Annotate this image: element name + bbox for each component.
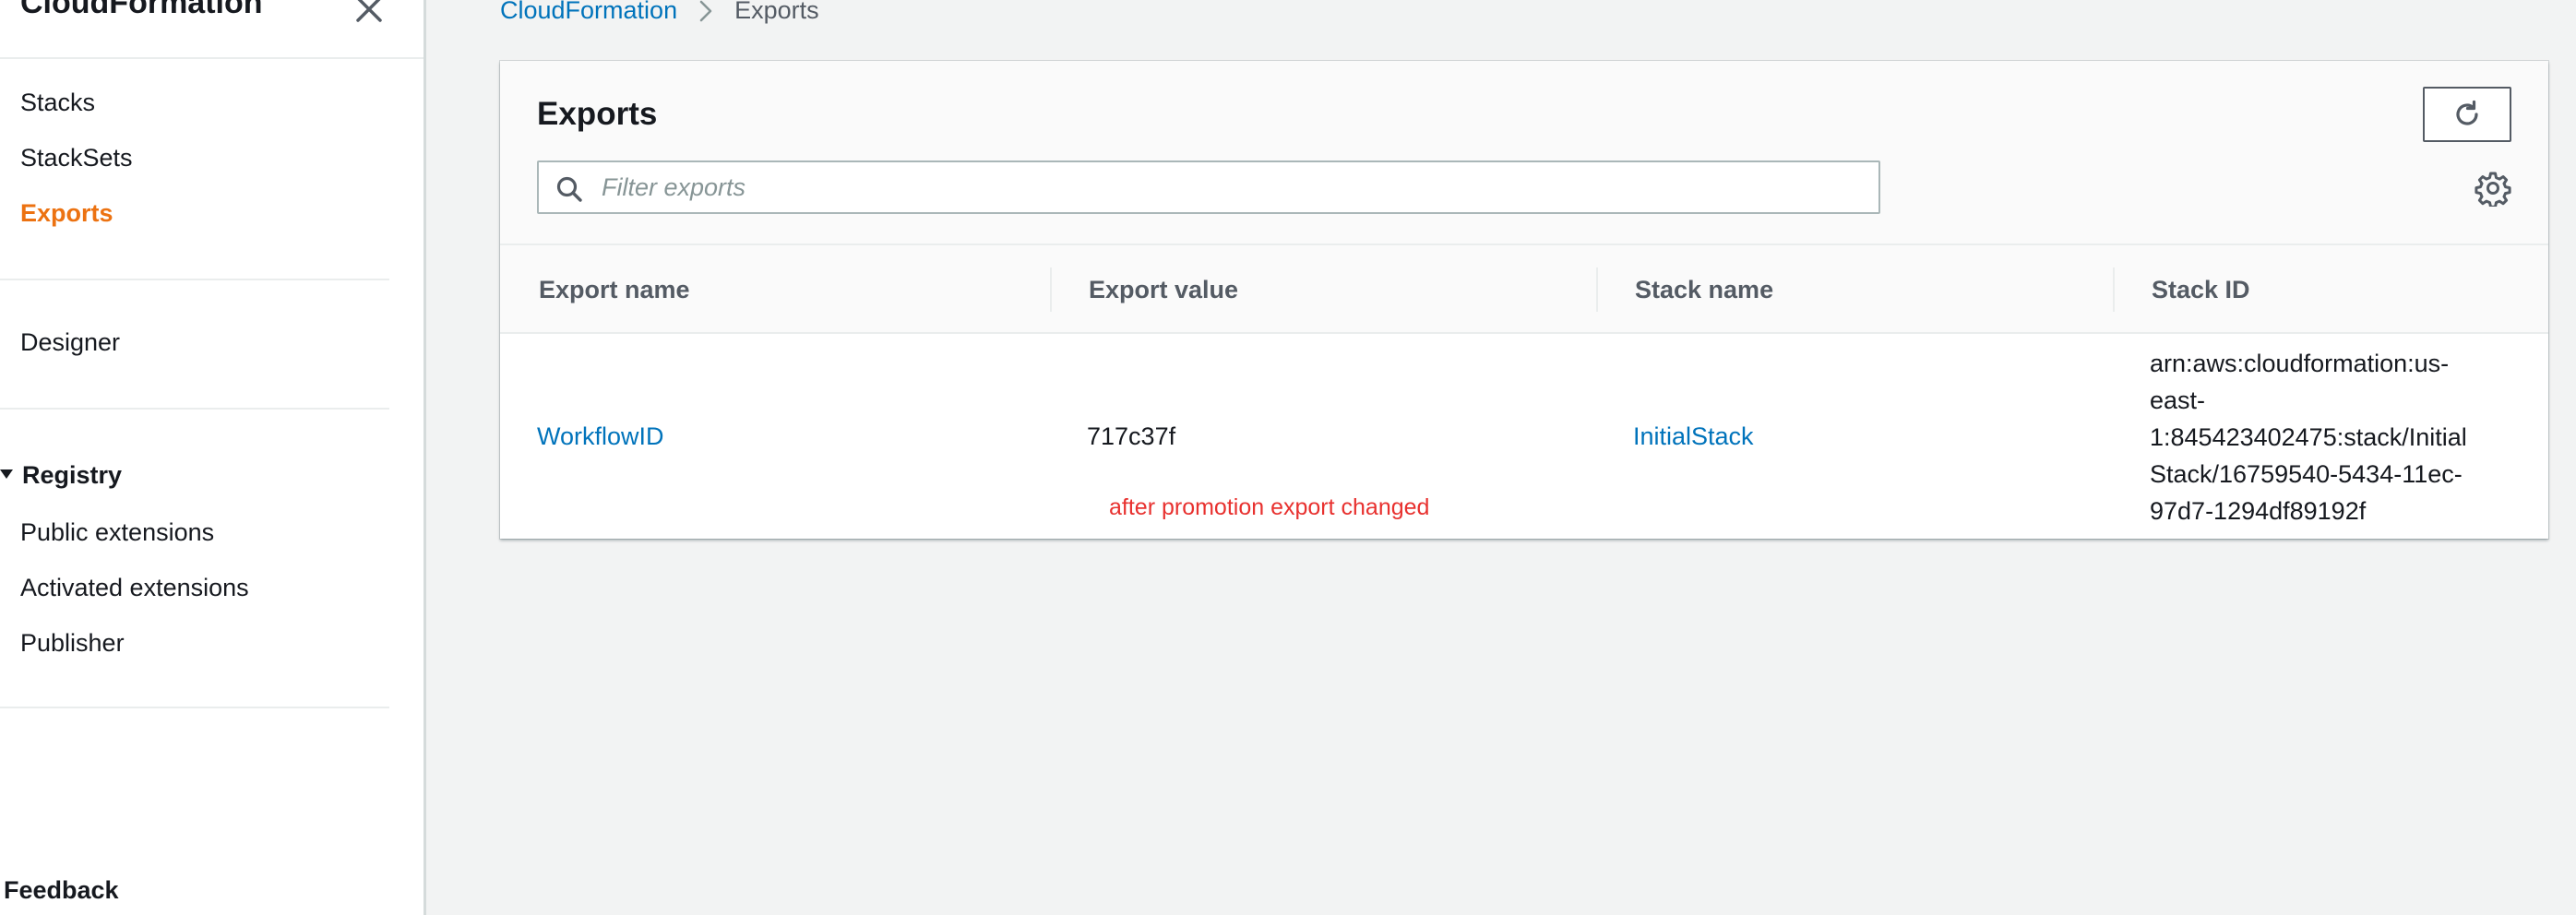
feedback-link[interactable]: Feedback	[4, 876, 119, 905]
column-header-export-value[interactable]: Export value	[1089, 245, 1238, 334]
sidebar-item-stacksets[interactable]: StackSets	[20, 144, 133, 172]
sidebar-item-public-extensions[interactable]: Public extensions	[20, 518, 214, 547]
breadcrumb: CloudFormation Exports	[500, 0, 819, 25]
column-separator	[2113, 267, 2115, 312]
sidebar-divider	[0, 408, 389, 410]
chevron-right-icon	[699, 0, 712, 21]
sidebar-item-designer[interactable]: Designer	[20, 328, 120, 357]
column-header-stack-name[interactable]: Stack name	[1635, 245, 1773, 334]
sidebar-title: CloudFormation	[20, 0, 263, 20]
sidebar-section-registry-label: Registry	[22, 461, 123, 489]
sidebar-divider	[0, 707, 389, 708]
column-header-export-name[interactable]: Export name	[539, 245, 690, 334]
stack-id-line: Stack/16759540-5434-11ec-	[2150, 460, 2463, 488]
export-name-link[interactable]: WorkflowID	[537, 422, 664, 451]
search-box	[537, 160, 1880, 214]
breadcrumb-cloudformation[interactable]: CloudFormation	[500, 0, 677, 25]
exports-panel: Exports Export name Export value St	[500, 61, 2548, 539]
search-icon	[556, 176, 582, 202]
sidebar-item-exports[interactable]: Exports	[20, 199, 113, 228]
annotation-note: after promotion export changed	[1109, 494, 1430, 520]
filter-exports-input[interactable]	[602, 162, 1866, 212]
sidebar-item-stacks[interactable]: Stacks	[20, 89, 95, 117]
sidebar-item-publisher[interactable]: Publisher	[20, 629, 125, 658]
table-header: Export name Export value Stack name Stac…	[500, 244, 2548, 334]
column-separator	[1050, 267, 1052, 312]
refresh-button[interactable]	[2423, 87, 2511, 142]
sidebar-header: CloudFormation	[0, 0, 423, 59]
column-separator	[1596, 267, 1598, 312]
stack-id-line: arn:aws:cloudformation:us-	[2150, 350, 2450, 377]
column-header-stack-id[interactable]: Stack ID	[2152, 245, 2250, 334]
sidebar-item-activated-extensions[interactable]: Activated extensions	[20, 574, 249, 602]
breadcrumb-current: Exports	[734, 0, 819, 24]
stack-id: arn:aws:cloudformation:us- east- 1:84542…	[2150, 345, 2537, 529]
sidebar-section-registry[interactable]: Registry	[0, 461, 122, 490]
stack-name-link[interactable]: InitialStack	[1633, 422, 1754, 451]
page-title: Exports	[537, 96, 658, 132]
stack-id-line: 1:845423402475:stack/Initial	[2150, 423, 2467, 451]
stack-id-line: east-	[2150, 386, 2206, 414]
sidebar-divider	[0, 279, 389, 280]
gear-icon[interactable]	[2475, 170, 2511, 207]
export-value: 717c37f	[1087, 422, 1176, 450]
close-icon[interactable]	[352, 0, 386, 26]
panel-header: Exports	[500, 61, 2548, 244]
refresh-icon	[2456, 100, 2478, 125]
sidebar-navigation: CloudFormation Stacks StackSets Exports …	[0, 0, 426, 915]
caret-down-icon	[0, 469, 13, 479]
stack-id-line: 97d7-1294df89192f	[2150, 497, 2367, 525]
